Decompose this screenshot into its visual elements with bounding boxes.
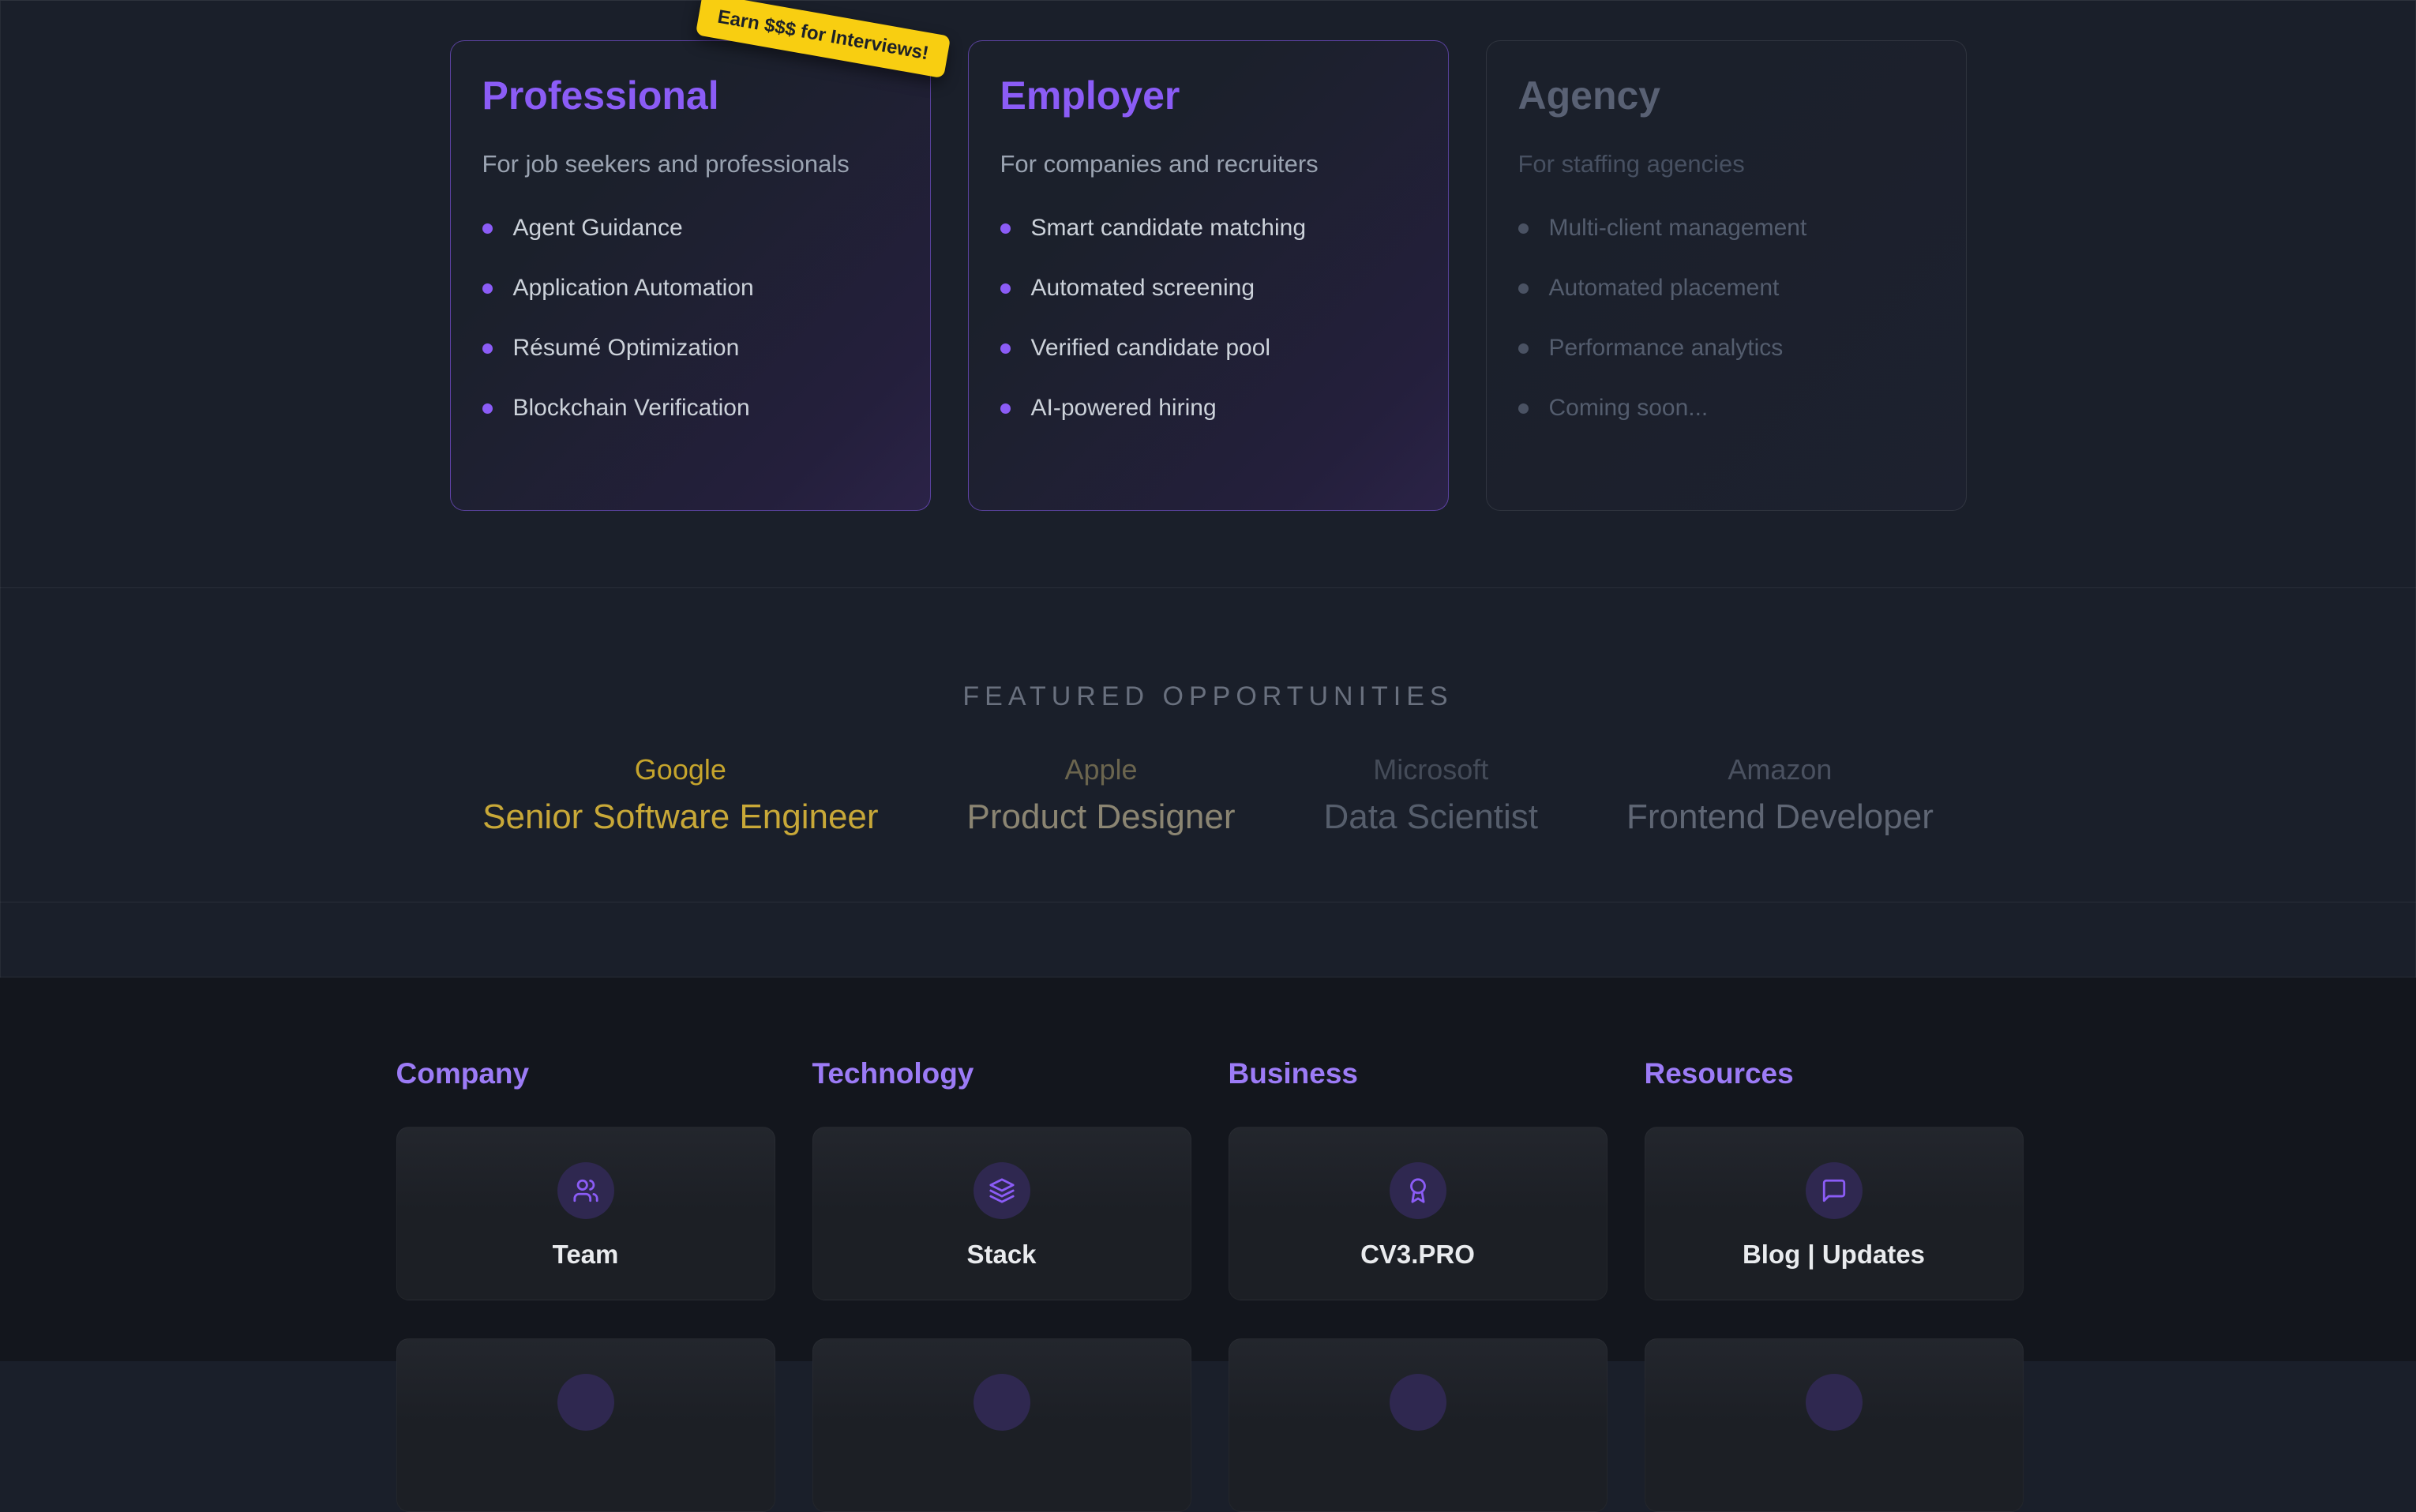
footer-column-header: Technology <box>812 1056 1191 1090</box>
plan-feature: Performance analytics <box>1518 335 1934 362</box>
featured-item-microsoft[interactable]: Microsoft Data Scientist <box>1324 753 1538 837</box>
section-spacer <box>0 902 2416 977</box>
footer-card-icon <box>1806 1374 1863 1431</box>
plan-feature-list: Multi-client management Automated placem… <box>1518 215 1934 422</box>
featured-role: Frontend Developer <box>1626 797 1934 837</box>
award-icon <box>1390 1162 1446 1219</box>
page: Earn $$$ for Interviews! Professional Fo… <box>0 0 2416 1360</box>
plan-feature-label: Agent Guidance <box>513 215 683 242</box>
plan-feature: Résumé Optimization <box>482 335 898 362</box>
bullet-dot-icon <box>1000 343 1011 354</box>
footer-card-label: Team <box>553 1240 619 1270</box>
plan-feature: AI-powered hiring <box>1000 395 1416 422</box>
footer-card-partial[interactable] <box>396 1338 775 1512</box>
footer-column-business: Business CV3.PRO <box>1229 1056 1608 1512</box>
bullet-dot-icon <box>1518 403 1529 414</box>
footer-card-icon <box>1390 1374 1446 1431</box>
footer-column-header: Resources <box>1645 1056 2024 1090</box>
footer-card-label: CV3.PRO <box>1360 1240 1475 1270</box>
plan-feature-label: Automated screening <box>1031 275 1255 302</box>
footer-card-blog[interactable]: Blog | Updates <box>1645 1127 2024 1300</box>
footer-card-cv3pro[interactable]: CV3.PRO <box>1229 1127 1608 1300</box>
featured-role: Product Designer <box>967 797 1236 837</box>
footer-card-icon <box>974 1374 1030 1431</box>
plan-feature: Smart candidate matching <box>1000 215 1416 242</box>
plan-title: Employer <box>1000 73 1416 118</box>
plan-feature-label: Automated placement <box>1549 275 1780 302</box>
plan-feature-label: Application Automation <box>513 275 754 302</box>
plan-feature-label: Verified candidate pool <box>1031 335 1271 362</box>
plan-subtitle: For job seekers and professionals <box>482 150 898 178</box>
plan-card-agency: Agency For staffing agencies Multi-clien… <box>1486 40 1967 511</box>
plan-title: Agency <box>1518 73 1934 118</box>
plan-feature: Blockchain Verification <box>482 395 898 422</box>
plan-card-professional[interactable]: Earn $$$ for Interviews! Professional Fo… <box>450 40 931 511</box>
bullet-dot-icon <box>482 343 493 354</box>
layers-icon <box>974 1162 1030 1219</box>
featured-row: Google Senior Software Engineer Apple Pr… <box>0 753 2416 837</box>
bullet-dot-icon <box>1000 283 1011 294</box>
footer-grid: Company Team Technology Stack <box>396 977 2020 1512</box>
plan-feature-label: Performance analytics <box>1549 335 1784 362</box>
footer: Company Team Technology Stack <box>0 977 2416 1361</box>
footer-card-partial[interactable] <box>812 1338 1191 1512</box>
plan-feature-label: Smart candidate matching <box>1031 215 1307 242</box>
earn-badge: Earn $$$ for Interviews! <box>695 0 950 78</box>
plan-feature: Automated screening <box>1000 275 1416 302</box>
footer-card-partial[interactable] <box>1229 1338 1608 1512</box>
bullet-dot-icon <box>482 283 493 294</box>
plan-feature: Automated placement <box>1518 275 1934 302</box>
plan-feature-list: Smart candidate matching Automated scree… <box>1000 215 1416 422</box>
plan-feature: Multi-client management <box>1518 215 1934 242</box>
plan-feature: Verified candidate pool <box>1000 335 1416 362</box>
plan-subtitle: For companies and recruiters <box>1000 150 1416 178</box>
plan-feature: Coming soon... <box>1518 395 1934 422</box>
plan-feature: Agent Guidance <box>482 215 898 242</box>
bullet-dot-icon <box>1518 343 1529 354</box>
featured-item-amazon[interactable]: Amazon Frontend Developer <box>1626 753 1934 837</box>
plans-section: Earn $$$ for Interviews! Professional Fo… <box>0 1 2416 588</box>
users-icon <box>557 1162 614 1219</box>
bullet-dot-icon <box>482 223 493 234</box>
bullet-dot-icon <box>482 403 493 414</box>
plan-feature-label: Blockchain Verification <box>513 395 750 422</box>
footer-card-stack[interactable]: Stack <box>812 1127 1191 1300</box>
bullet-dot-icon <box>1000 223 1011 234</box>
footer-column-technology: Technology Stack <box>812 1056 1191 1512</box>
footer-card-partial[interactable] <box>1645 1338 2024 1512</box>
bullet-dot-icon <box>1518 283 1529 294</box>
featured-company: Apple <box>967 753 1236 786</box>
featured-company: Google <box>482 753 878 786</box>
featured-heading: FEATURED OPPORTUNITIES <box>0 588 2416 712</box>
plan-subtitle: For staffing agencies <box>1518 150 1934 178</box>
plan-feature: Application Automation <box>482 275 898 302</box>
footer-column-header: Company <box>396 1056 775 1090</box>
featured-role: Data Scientist <box>1324 797 1538 837</box>
plan-feature-label: AI-powered hiring <box>1031 395 1217 422</box>
plan-title: Professional <box>482 73 898 118</box>
featured-section: FEATURED OPPORTUNITIES Google Senior Sof… <box>0 588 2416 902</box>
featured-item-google[interactable]: Google Senior Software Engineer <box>482 753 878 837</box>
featured-company: Microsoft <box>1324 753 1538 786</box>
footer-card-label: Blog | Updates <box>1743 1240 1925 1270</box>
footer-column-company: Company Team <box>396 1056 775 1512</box>
footer-card-label: Stack <box>966 1240 1036 1270</box>
plan-feature-label: Résumé Optimization <box>513 335 740 362</box>
footer-card-team[interactable]: Team <box>396 1127 775 1300</box>
plan-feature-label: Multi-client management <box>1549 215 1807 242</box>
footer-column-header: Business <box>1229 1056 1608 1090</box>
bullet-dot-icon <box>1518 223 1529 234</box>
plan-feature-label: Coming soon... <box>1549 395 1709 422</box>
featured-company: Amazon <box>1626 753 1934 786</box>
plans-row: Earn $$$ for Interviews! Professional Fo… <box>0 1 2416 511</box>
message-icon <box>1806 1162 1863 1219</box>
plan-feature-list: Agent Guidance Application Automation Ré… <box>482 215 898 422</box>
footer-card-icon <box>557 1374 614 1431</box>
featured-item-apple[interactable]: Apple Product Designer <box>967 753 1236 837</box>
featured-role: Senior Software Engineer <box>482 797 878 837</box>
plan-card-employer[interactable]: Employer For companies and recruiters Sm… <box>968 40 1449 511</box>
footer-column-resources: Resources Blog | Updates <box>1645 1056 2024 1512</box>
bullet-dot-icon <box>1000 403 1011 414</box>
